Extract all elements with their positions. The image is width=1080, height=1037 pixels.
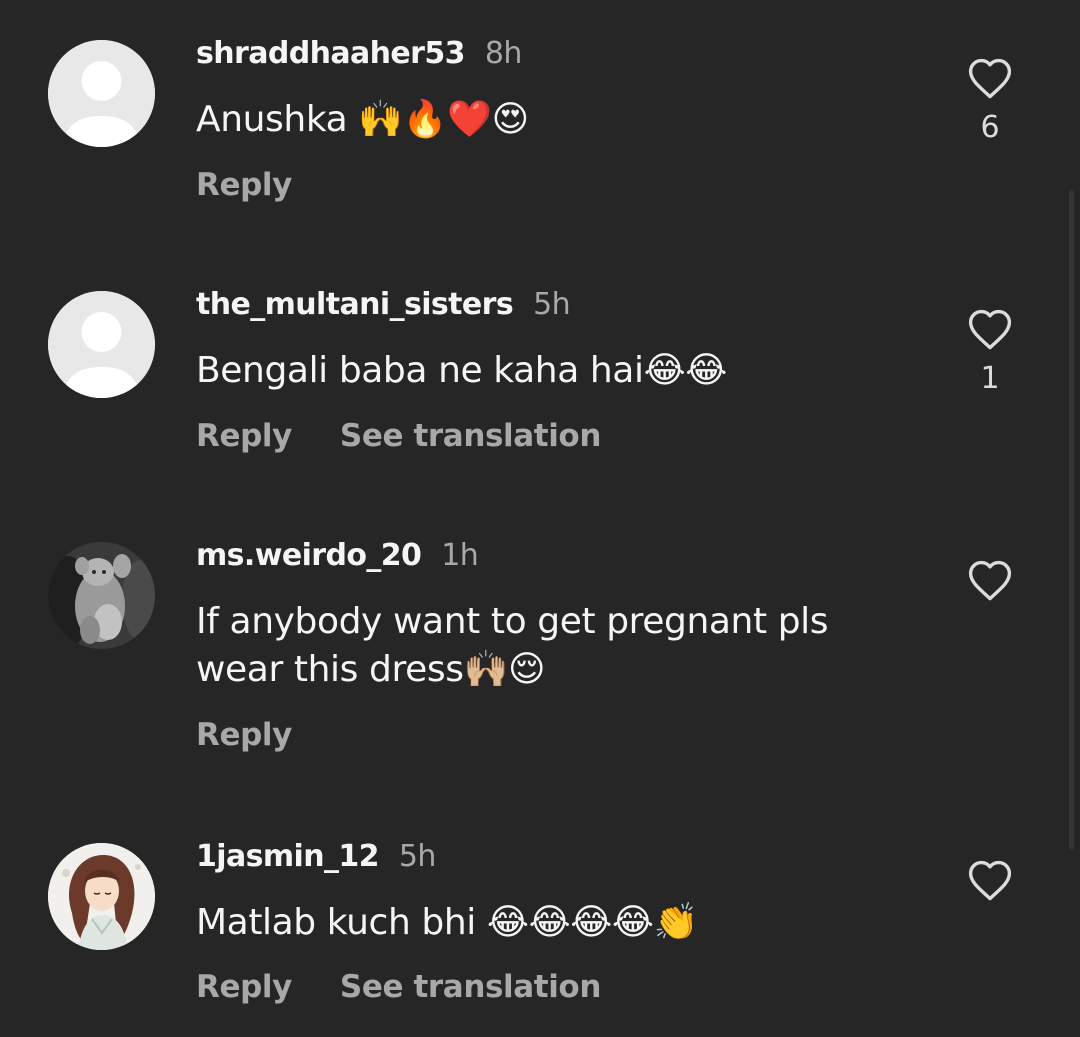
avatar[interactable] (48, 40, 155, 147)
like-count: 6 (980, 110, 1000, 145)
timestamp: 8h (484, 36, 523, 71)
reply-button[interactable]: Reply (196, 167, 292, 203)
like-control: 6 (962, 56, 1018, 146)
comment-text: If anybody want to get pregnant pls wear… (196, 601, 829, 690)
comment-header: shraddhaaher53 8h (196, 36, 522, 72)
comment-header: ms.weirdo_20 1h (196, 538, 479, 574)
anime-girl-avatar-icon (48, 843, 155, 950)
like-control (962, 558, 1018, 602)
reply-button[interactable]: Reply (196, 969, 292, 1005)
comment-text: Anushka 🙌🔥❤️😍 (196, 99, 529, 140)
heart-outline-icon[interactable] (966, 56, 1014, 100)
comment-item: shraddhaaher53 8h Anushka 🙌🔥❤️😍 Reply 6 (0, 0, 1080, 250)
comment-actions: Reply (196, 166, 292, 204)
username[interactable]: 1jasmin_12 (196, 839, 380, 874)
username[interactable]: shraddhaaher53 (196, 36, 466, 71)
like-count: 1 (980, 361, 1000, 396)
username[interactable]: the_multani_sisters (196, 287, 514, 322)
comment-item: ms.weirdo_20 1h If anybody want to get pr… (0, 500, 1080, 800)
see-translation-button[interactable]: See translation (340, 418, 601, 454)
avatar[interactable] (48, 542, 155, 649)
teddy-photo-icon (48, 542, 155, 649)
heart-outline-icon[interactable] (966, 558, 1014, 602)
avatar[interactable] (48, 843, 155, 950)
scrollbar[interactable] (1069, 190, 1074, 850)
comment-text: Matlab kuch bhi 😂😂😂😂👏 (196, 902, 698, 943)
avatar[interactable] (48, 291, 155, 398)
comment-actions: Reply See translation (196, 417, 601, 455)
default-avatar-icon (48, 291, 155, 398)
comment-actions: Reply (196, 716, 292, 754)
timestamp: 1h (441, 538, 479, 573)
comment-header: 1jasmin_12 5h (196, 839, 436, 875)
heart-outline-icon[interactable] (966, 307, 1014, 351)
comment-item: the_multani_sisters 5h Bengali baba ne ka… (0, 250, 1080, 500)
like-control: 1 (962, 307, 1018, 397)
heart-outline-icon[interactable] (966, 858, 1014, 902)
like-control (962, 858, 1018, 902)
timestamp: 5h (533, 287, 571, 322)
timestamp: 5h (398, 839, 437, 874)
username[interactable]: ms.weirdo_20 (196, 538, 422, 573)
see-translation-button[interactable]: See translation (340, 969, 601, 1005)
comment-actions: Reply See translation (196, 968, 601, 1006)
comment-text: Bengali baba ne kaha hai😂😂 (196, 350, 727, 391)
comment-header: the_multani_sisters 5h (196, 287, 571, 323)
default-avatar-icon (48, 40, 155, 147)
reply-button[interactable]: Reply (196, 418, 292, 454)
reply-button[interactable]: Reply (196, 717, 292, 753)
comment-item: 1jasmin_12 5h Matlab kuch bhi 😂😂😂😂👏 Reply… (0, 800, 1080, 1037)
